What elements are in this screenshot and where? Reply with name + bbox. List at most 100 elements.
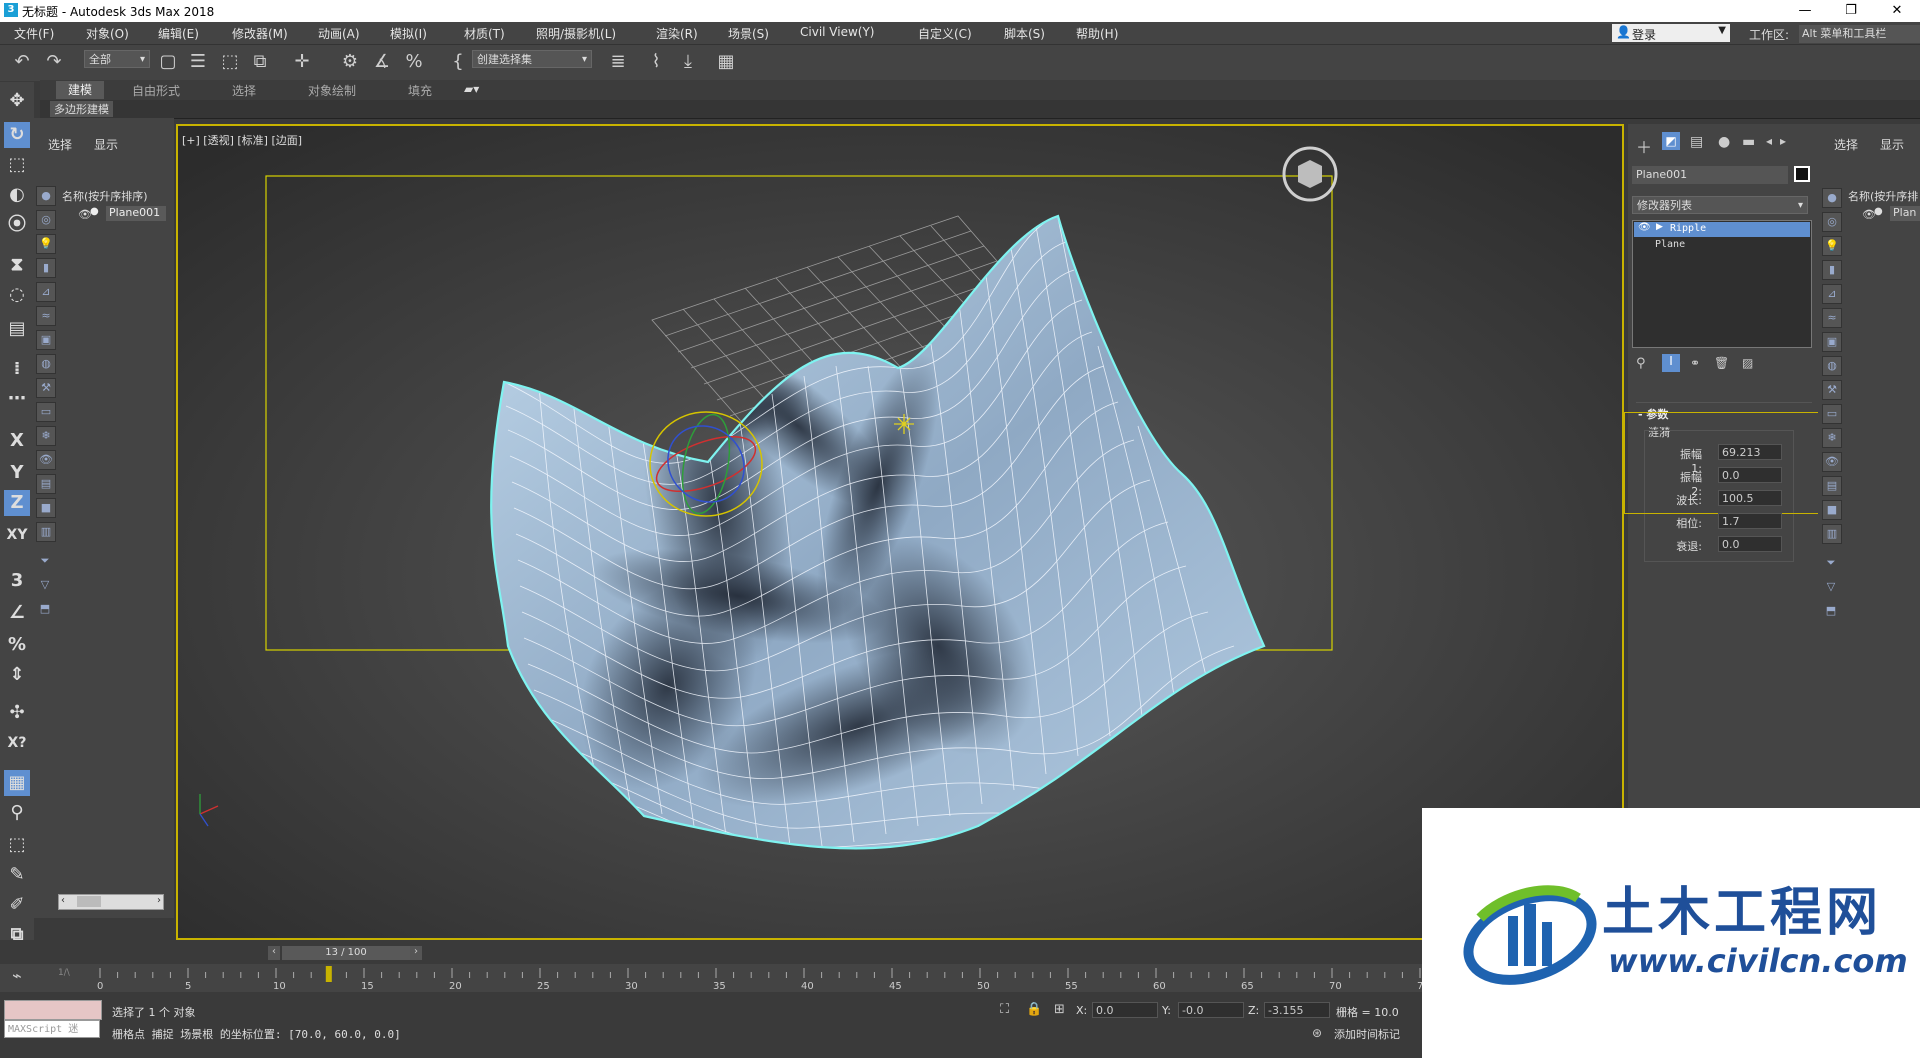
- viewport-canvas[interactable]: [178, 126, 1624, 940]
- scroll-left-icon[interactable]: ‹: [61, 895, 65, 906]
- x-coordinate-field[interactable]: 0.0: [1092, 1002, 1158, 1018]
- phase-spinner[interactable]: 1.7: [1718, 513, 1782, 529]
- scale-icon[interactable]: ⬚: [4, 152, 30, 178]
- funnel-outline-icon[interactable]: ▽: [36, 576, 54, 594]
- menu-object[interactable]: 对象(O): [86, 25, 129, 42]
- funnel-icon[interactable]: ⏷: [36, 552, 54, 570]
- grid-snap-icon[interactable]: ▦: [4, 770, 30, 796]
- right-filter-shapes-icon[interactable]: ◎: [1822, 212, 1842, 232]
- layer-box-icon[interactable]: ⬒: [36, 600, 54, 618]
- utilities-prev-icon[interactable]: ◂: [1766, 134, 1772, 148]
- object-color-swatch[interactable]: [1794, 166, 1810, 182]
- select-by-name-icon[interactable]: ☰: [186, 50, 210, 74]
- snap-3d-icon[interactable]: 3: [4, 568, 30, 594]
- select-move-icon[interactable]: ✛: [290, 50, 314, 74]
- pin-icon[interactable]: ⚲: [4, 800, 30, 826]
- add-time-tag[interactable]: 添加时间标记: [1334, 1026, 1400, 1042]
- undo-icon[interactable]: ↶: [10, 50, 34, 74]
- z-coordinate-field[interactable]: -3.155: [1264, 1002, 1330, 1018]
- ribbon-tab-object-paint[interactable]: 对象绘制: [308, 82, 356, 99]
- filter-shapes-icon[interactable]: ◎: [36, 210, 56, 230]
- select-object-icon[interactable]: ▢: [156, 50, 180, 74]
- pin-stack-icon[interactable]: ⚲: [1636, 356, 1646, 371]
- filter-lights-icon[interactable]: 💡: [36, 234, 56, 254]
- filter-invert-icon[interactable]: ▥: [36, 522, 56, 542]
- time-tag-icon[interactable]: ⊛: [1312, 1026, 1322, 1040]
- right-render-dot-icon[interactable]: ●: [1874, 206, 1883, 217]
- rotate-icon[interactable]: ↻: [4, 122, 30, 148]
- menu-render[interactable]: 渲染(R): [656, 25, 698, 42]
- restore-button[interactable]: ❐: [1828, 0, 1874, 22]
- filter-bones-icon[interactable]: ⚒: [36, 378, 56, 398]
- menu-scene[interactable]: 场景(S): [728, 25, 769, 42]
- render-dot-icon[interactable]: ●: [90, 206, 99, 217]
- timeline-mini-curve-icon[interactable]: ⌁: [12, 966, 22, 985]
- right-filter-lights-icon[interactable]: 💡: [1822, 236, 1842, 256]
- object-name-field[interactable]: Plane001: [1632, 166, 1788, 184]
- current-frame-marker[interactable]: [325, 966, 332, 982]
- lasso-icon[interactable]: ✐: [4, 892, 30, 918]
- right-filter-all-icon[interactable]: ▤: [1822, 476, 1842, 496]
- polygon-modeling-label[interactable]: 多边形建模: [50, 101, 113, 117]
- menu-material[interactable]: 材质(T): [464, 25, 505, 42]
- menu-modifiers[interactable]: 修改器(M): [232, 25, 288, 42]
- time-slider[interactable]: 13 / 100: [282, 946, 410, 960]
- isolate-icon[interactable]: ⛶: [1000, 1002, 1009, 1017]
- track-mode-icon[interactable]: 1/\: [58, 968, 70, 978]
- modifier-stack-item-plane[interactable]: Plane: [1655, 239, 1685, 250]
- move-icon[interactable]: ✥: [4, 88, 30, 114]
- configure-sets-icon[interactable]: ▨: [1742, 356, 1753, 370]
- snap-toggle-icon[interactable]: ⚙: [338, 50, 362, 74]
- y-axis-icon[interactable]: Y: [4, 460, 30, 486]
- wavelength-spinner[interactable]: 100.5: [1718, 490, 1782, 506]
- menu-file[interactable]: 文件(F): [14, 25, 54, 42]
- menu-customize[interactable]: 自定义(C): [918, 25, 972, 42]
- filter-helpers-icon[interactable]: ⊿: [36, 282, 56, 302]
- menu-lighting-camera[interactable]: 照明/摄影机(L): [536, 25, 616, 42]
- modify-tab-icon[interactable]: ◩: [1662, 132, 1680, 150]
- filter-frozen-icon[interactable]: ❄: [36, 426, 56, 446]
- select-region-icon[interactable]: ◌: [4, 282, 30, 308]
- scroll-thumb[interactable]: [77, 896, 101, 907]
- percent-snap-icon[interactable]: %: [402, 50, 426, 74]
- xy-plane-icon[interactable]: XY: [4, 522, 30, 548]
- workspace-dropdown[interactable]: Alt 菜单和工具栏: [1799, 25, 1920, 43]
- right-tab-select[interactable]: 选择: [1834, 136, 1858, 153]
- make-unique-icon[interactable]: ⚭: [1690, 356, 1700, 370]
- explorer-tab-display[interactable]: 显示: [94, 136, 118, 153]
- explorer-column-header[interactable]: 名称(按升序排序): [62, 188, 148, 204]
- menu-help[interactable]: 帮助(H): [1076, 25, 1118, 42]
- minimize-button[interactable]: —: [1782, 0, 1828, 22]
- utilities-next-icon[interactable]: ▸: [1780, 134, 1786, 148]
- xy-snap-icon[interactable]: X?: [4, 730, 30, 756]
- layer-explorer-icon[interactable]: ≣: [606, 50, 630, 74]
- right-explorer-object[interactable]: Plan: [1890, 206, 1920, 221]
- absolute-mode-icon[interactable]: ⊞: [1054, 1002, 1065, 1017]
- right-filter-none-icon[interactable]: ■: [1822, 500, 1842, 520]
- ribbon-tab-freeform[interactable]: 自由形式: [132, 82, 180, 99]
- right-filter-invert-icon[interactable]: ▥: [1822, 524, 1842, 544]
- lock-selection-icon[interactable]: 🔒: [1026, 1002, 1042, 1017]
- eye-icon[interactable]: 👁: [1638, 222, 1651, 233]
- spinner-snap-icon[interactable]: ⇕: [4, 662, 30, 688]
- filter-groups-icon[interactable]: ▣: [36, 330, 56, 350]
- right-filter-xrefs-icon[interactable]: ◍: [1822, 356, 1842, 376]
- close-button[interactable]: ✕: [1874, 0, 1920, 22]
- edit-named-selection-icon[interactable]: {: [446, 50, 470, 74]
- right-filter-frozen-icon[interactable]: ❄: [1822, 428, 1842, 448]
- explorer-object-plane001[interactable]: Plane001: [106, 206, 166, 221]
- array-icon[interactable]: ⋯: [4, 386, 30, 412]
- mirror-icon[interactable]: ⧗: [4, 252, 30, 278]
- filter-none-icon[interactable]: ■: [36, 498, 56, 518]
- paint-select-icon[interactable]: ✎: [4, 862, 30, 888]
- right-tab-display[interactable]: 显示: [1880, 136, 1904, 153]
- modifier-stack-item-ripple[interactable]: 👁 ▶ Ripple: [1634, 222, 1810, 237]
- ribbon-options-icon[interactable]: ▰▾: [464, 82, 479, 96]
- rectangular-selection-icon[interactable]: ⬚: [218, 50, 242, 74]
- maxscript-mini-listener[interactable]: MAXScript 迷: [4, 1020, 100, 1038]
- named-selection-dropdown[interactable]: 创建选择集: [472, 50, 592, 69]
- filter-xrefs-icon[interactable]: ◍: [36, 354, 56, 374]
- place-icon[interactable]: ◐: [4, 182, 30, 208]
- filter-hidden-icon[interactable]: 👁: [36, 450, 56, 470]
- modifier-stack[interactable]: 👁 ▶ Ripple Plane: [1632, 220, 1812, 348]
